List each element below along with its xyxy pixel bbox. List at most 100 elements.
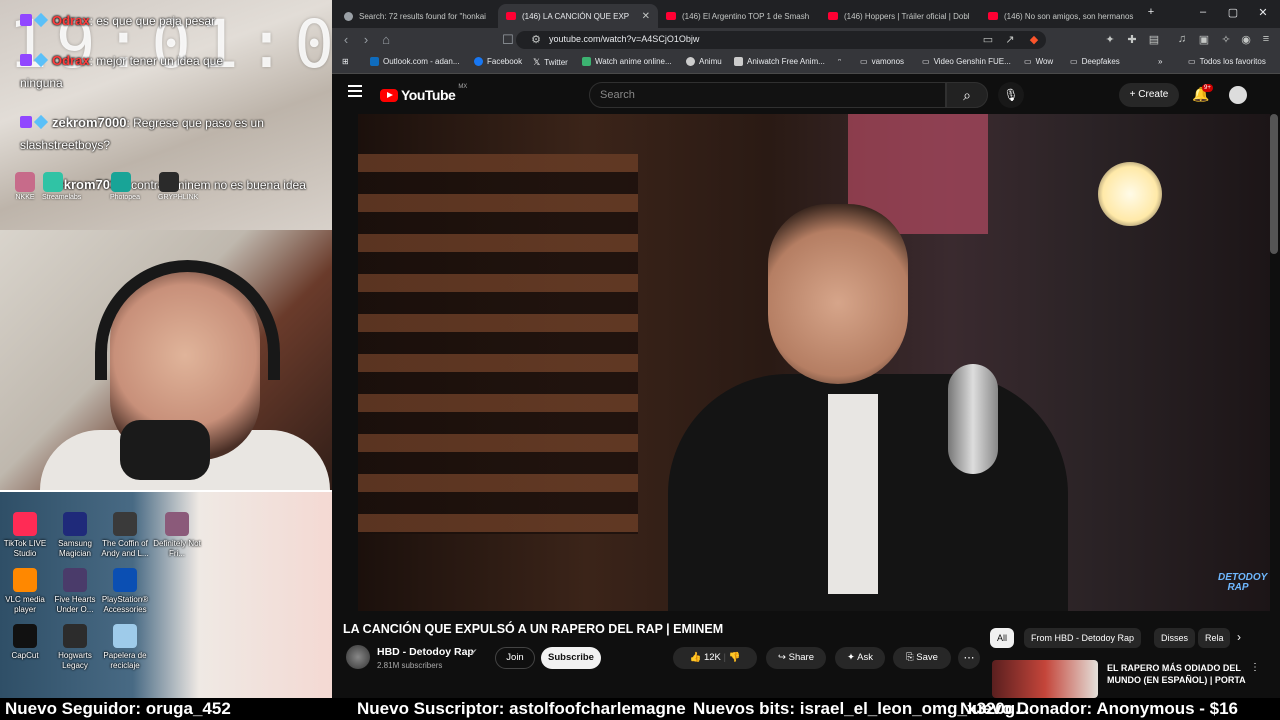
desktop-icon-vlc[interactable]: VLC media player: [0, 568, 50, 615]
thumbs-up-icon: 👍: [689, 652, 702, 663]
recommended-more-icon[interactable]: ⋮: [1250, 662, 1260, 673]
sidebar-icon[interactable]: ▤: [1146, 33, 1162, 46]
more-actions-icon[interactable]: ⋯: [958, 647, 980, 669]
leo-icon[interactable]: ✧: [1218, 33, 1234, 46]
url-text[interactable]: youtube.com/watch?v=A4SCjO1Objw: [549, 34, 699, 44]
recommended-title[interactable]: EL RAPERO MÁS ODIADO DEL MUNDO (EN ESPAÑ…: [1107, 662, 1247, 686]
desktop-icon-capcut[interactable]: CapCut: [0, 624, 50, 661]
desktop-icon-definitely-not-fri[interactable]: Definitely Not Fri...: [152, 512, 202, 559]
share-button[interactable]: ↪ Share: [766, 647, 826, 669]
close-tab-icon[interactable]: ✕: [642, 11, 650, 22]
recommended-thumbnail[interactable]: [992, 660, 1098, 698]
headphones-icon: [95, 260, 280, 380]
puzzle-icon[interactable]: ✚: [1124, 33, 1140, 46]
streamelabs-icon[interactable]: Streamelabs: [42, 172, 81, 201]
bookmark-icon: ⎘: [906, 652, 914, 663]
bookmark-folder-genshin[interactable]: ▭ Video Genshin FUE...: [922, 57, 1011, 66]
save-button[interactable]: ⎘ Save: [893, 647, 951, 669]
chat-icon-row: NKKE Streamelabs Photopea GRYPHLINK: [14, 172, 198, 201]
twitch-badge-icon: [20, 116, 32, 128]
desktop-icon-samsung-magician[interactable]: Samsung Magician: [50, 512, 100, 559]
ticker-item: Nuevo Suscriptor: astolfoofcharlemagne: [357, 699, 686, 718]
wallet-icon[interactable]: ▣: [1196, 33, 1212, 46]
tab-search[interactable]: Search: 72 results found for "honkai: [336, 4, 496, 28]
search-input[interactable]: Search: [589, 82, 946, 108]
chat-message: Odrax: es que que paja pesar: [20, 10, 215, 32]
bookmark-folder-wow[interactable]: ▭ Wow: [1024, 57, 1053, 66]
video-presenter: [638, 184, 1098, 611]
new-tab-icon[interactable]: +: [1142, 6, 1160, 18]
ask-button[interactable]: ✦ Ask: [835, 647, 885, 669]
extension-icon[interactable]: ✦: [1102, 33, 1118, 46]
tab-youtube[interactable]: (146) No son amigos, son hermanos: [980, 4, 1136, 28]
tab-strip: Search: 72 results found for "honkai (14…: [332, 0, 1280, 28]
desktop-icon-hogwarts[interactable]: Hogwarts Legacy: [50, 624, 100, 671]
ticker-item: Nuevo Seguidor: oruga_452: [5, 699, 231, 718]
back-icon[interactable]: ‹: [338, 32, 354, 47]
bookmark-animu[interactable]: Animu: [686, 57, 722, 66]
sparkle-icon: ✦: [847, 652, 855, 663]
share-page-icon[interactable]: ↗: [1002, 33, 1018, 46]
home-icon[interactable]: ⌂: [378, 32, 394, 47]
video-player[interactable]: DETODOY RAP: [358, 114, 1270, 611]
bookmark-folder-deepfakes[interactable]: ▭ Deepfakes: [1070, 57, 1120, 66]
apps-icon[interactable]: ⊞: [342, 57, 349, 66]
account-avatar[interactable]: [1229, 86, 1247, 104]
subscribe-button[interactable]: Subscribe: [541, 647, 601, 669]
forward-icon[interactable]: ›: [358, 32, 374, 47]
music-icon[interactable]: ♫: [1174, 33, 1190, 45]
tab-youtube-current[interactable]: (146) LA CANCIÓN QUE EXP ✕: [498, 4, 658, 28]
nkke-icon[interactable]: NKKE: [14, 172, 36, 201]
join-button[interactable]: Join: [495, 647, 535, 669]
folder-icon: ▭: [1188, 57, 1196, 66]
dislike-button[interactable]: 👎: [729, 652, 741, 663]
chip-all[interactable]: All: [990, 628, 1015, 648]
bookmark-icon[interactable]: ☐: [500, 32, 516, 48]
microphone-icon: 🎙: [1003, 88, 1019, 102]
bookmarks-overflow-icon[interactable]: »: [1158, 57, 1162, 66]
like-button[interactable]: 👍 12K: [690, 652, 721, 663]
stream-chat-overlay: 19:01:03 Odrax: es que que paja pesar Od…: [0, 0, 332, 230]
desktop-icon-five-hearts[interactable]: Five Hearts Under O...: [50, 568, 100, 615]
brave-shield-icon[interactable]: ◆: [1026, 33, 1042, 46]
close-window-icon[interactable]: ✕: [1254, 6, 1272, 19]
chevron-right-icon[interactable]: ›: [1237, 630, 1241, 644]
wall-panels: [358, 154, 638, 534]
gryphlink-icon[interactable]: GRYPHLINK: [158, 172, 198, 201]
hamburger-menu-icon[interactable]: [348, 85, 362, 99]
page-scrollbar[interactable]: [1270, 114, 1278, 254]
chip-disses[interactable]: Disses: [1154, 628, 1196, 648]
desktop-icon-playstation[interactable]: PlayStation® Accessories: [100, 568, 150, 615]
bookmark-aniwatch[interactable]: Aniwatch Free Anim...: [734, 57, 825, 66]
tab-youtube[interactable]: (146) Hoppers | Tráiler oficial | Dobl: [820, 4, 980, 28]
cast-icon[interactable]: ▭: [980, 33, 996, 46]
vpn-icon[interactable]: ◉: [1238, 33, 1254, 46]
bookmark-outlook[interactable]: Outlook.com - adan...: [370, 57, 459, 66]
photopea-icon[interactable]: Photopea: [110, 172, 140, 201]
site-info-icon[interactable]: ⚙: [528, 33, 544, 46]
desktop-icon-recycle-bin[interactable]: Papelera de reciclaje: [100, 624, 150, 671]
bookmark-folder-vamonos[interactable]: ▭ vamonos: [860, 57, 904, 66]
chip-related[interactable]: Rela: [1198, 628, 1230, 648]
video-title: LA CANCIÓN QUE EXPULSÓ A UN RAPERO DEL R…: [343, 622, 724, 636]
studio-microphone-icon: [948, 364, 998, 474]
voice-search-button[interactable]: 🎙: [998, 82, 1024, 108]
bookmark-more-icon[interactable]: ᵔ: [838, 57, 841, 66]
maximize-icon[interactable]: ▢: [1224, 6, 1242, 19]
bookmark-watch-anime[interactable]: Watch anime online...: [582, 57, 672, 66]
menu-icon[interactable]: ≡: [1258, 33, 1274, 45]
bookmark-twitter[interactable]: 𝕏 Twitter: [533, 57, 568, 68]
tab-youtube[interactable]: (146) El Argentino TOP 1 de Smash: [658, 4, 818, 28]
desktop-icon-tiktok-live[interactable]: TikTok LIVE Studio: [0, 512, 50, 559]
channel-name[interactable]: HBD - Detodoy Rap: [377, 646, 474, 658]
chip-from-channel[interactable]: From HBD - Detodoy Rap: [1024, 628, 1142, 648]
all-bookmarks[interactable]: ▭ Todos los favoritos: [1188, 57, 1266, 66]
channel-avatar[interactable]: [346, 645, 370, 669]
desktop-icon-coffin-andy[interactable]: The Coffin of Andy and L...: [100, 512, 150, 559]
minimize-icon[interactable]: –: [1194, 6, 1212, 18]
create-button[interactable]: + Create: [1119, 83, 1179, 107]
search-button[interactable]: ⌕: [946, 82, 988, 108]
bookmark-facebook[interactable]: Facebook: [474, 57, 522, 66]
diamond-badge-icon: [33, 52, 49, 68]
youtube-logo[interactable]: YouTube MX: [380, 84, 467, 103]
